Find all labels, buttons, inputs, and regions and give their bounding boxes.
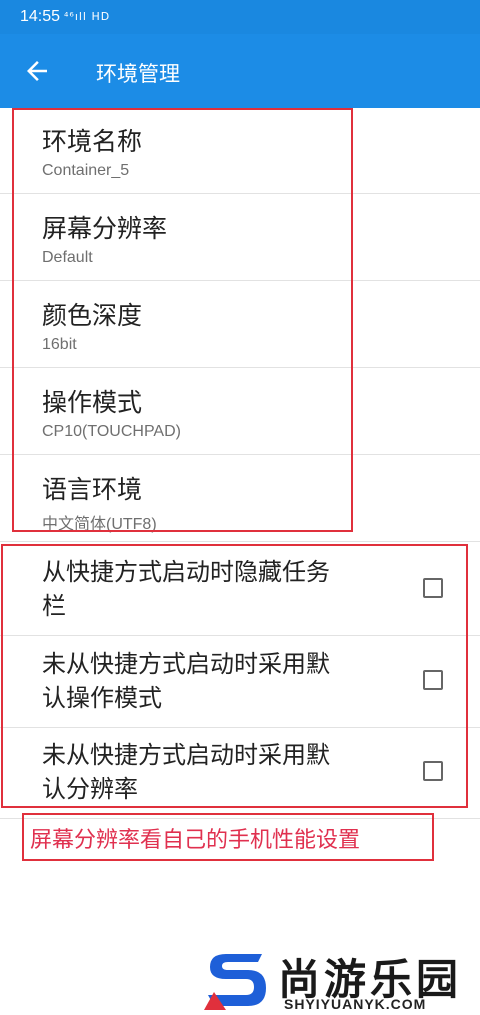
check-default-resolution[interactable]: 未从快捷方式启动时采用默 认分辨率	[0, 728, 480, 819]
pref-title: 操作模式	[42, 388, 143, 417]
pref-summary: 16bit	[42, 336, 77, 353]
watermark-logo: 尚游乐园 SHYIYUANYK.COM	[200, 946, 480, 1015]
check-title: 从快捷方式启动时隐藏任务 栏	[42, 555, 392, 623]
pref-summary: 中文简体(UTF8)	[42, 516, 157, 533]
check-title-line: 从快捷方式启动时隐藏任务	[42, 558, 330, 586]
pref-language[interactable]: 语言环境 中文简体(UTF8)	[0, 456, 480, 542]
status-bar: 14:55 ⁴⁶ıll HD	[0, 0, 480, 34]
pref-operation-mode[interactable]: 操作模式 CP10(TOUCHPAD)	[0, 369, 480, 455]
check-title-line: 栏	[42, 592, 66, 620]
pref-title: 颜色深度	[42, 301, 143, 330]
check-hide-taskbar[interactable]: 从快捷方式启动时隐藏任务 栏	[0, 545, 480, 636]
pref-summary: CP10(TOUCHPAD)	[42, 423, 181, 440]
pref-color-depth[interactable]: 颜色深度 16bit	[0, 282, 480, 368]
check-title-line: 未从快捷方式启动时采用默	[42, 650, 330, 678]
checkbox[interactable]	[423, 578, 443, 598]
logo-s-icon	[204, 954, 266, 1010]
annotation-text: 屏幕分辨率看自己的手机性能设置	[30, 828, 361, 853]
pref-title: 环境名称	[42, 127, 143, 156]
check-title: 未从快捷方式启动时采用默 认操作模式	[42, 647, 392, 715]
logo-url: SHYIYUANYK.COM	[284, 996, 427, 1012]
pref-screen-resolution[interactable]: 屏幕分辨率 Default	[0, 195, 480, 281]
check-title-line: 认分辨率	[42, 775, 138, 803]
pref-summary: Default	[42, 249, 93, 266]
checkbox[interactable]	[423, 670, 443, 690]
check-title-line: 未从快捷方式启动时采用默	[42, 741, 330, 769]
pref-title: 语言环境	[42, 475, 143, 504]
pref-environment-name[interactable]: 环境名称 Container_5	[0, 108, 480, 194]
signal-icons: ⁴⁶ıll HD	[64, 10, 111, 23]
check-title-line: 认操作模式	[42, 684, 162, 712]
check-default-operation-mode[interactable]: 未从快捷方式启动时采用默 认操作模式	[0, 637, 480, 728]
back-arrow-icon[interactable]	[22, 56, 52, 86]
page-title: 环境管理	[96, 62, 180, 86]
pref-title: 屏幕分辨率	[42, 214, 168, 243]
annotation-box: 屏幕分辨率看自己的手机性能设置	[22, 813, 434, 861]
check-title: 未从快捷方式启动时采用默 认分辨率	[42, 738, 392, 806]
app-bar: 环境管理	[0, 34, 480, 108]
pref-summary: Container_5	[42, 162, 130, 179]
checkbox[interactable]	[423, 761, 443, 781]
status-time: 14:55	[20, 8, 61, 25]
